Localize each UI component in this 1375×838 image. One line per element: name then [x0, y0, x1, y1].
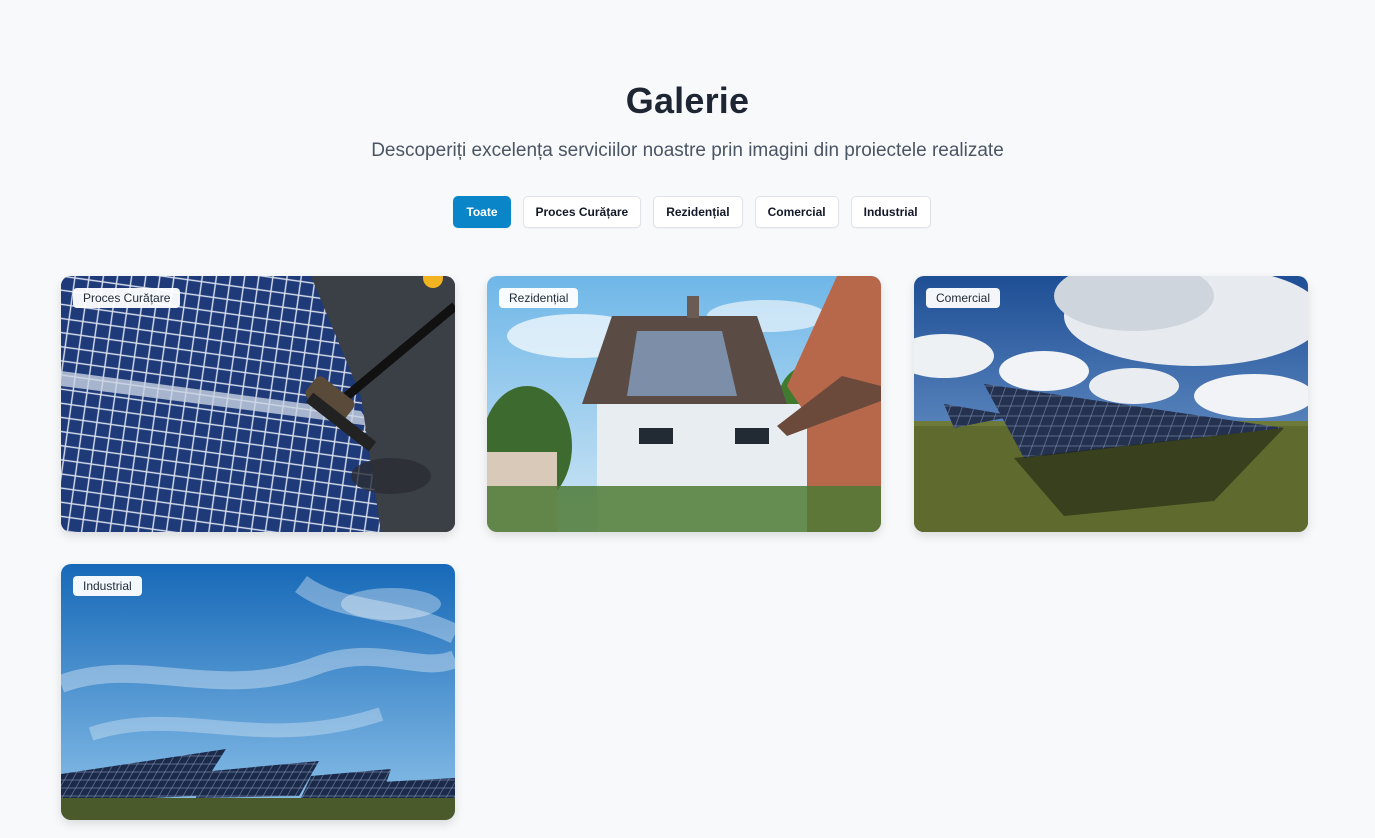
filter-industrial-button[interactable]: Industrial — [850, 196, 931, 228]
filter-commercial-button[interactable]: Comercial — [754, 196, 839, 228]
gallery-item-residential[interactable]: Rezidențial — [487, 276, 881, 532]
category-badge: Rezidențial — [499, 288, 579, 308]
house-rooftop-solar-photo — [487, 276, 881, 532]
gallery-item-commercial[interactable]: Comercial — [914, 276, 1308, 532]
filter-bar: Toate Proces Curățare Rezidențial Comerc… — [0, 196, 1375, 228]
gallery-item-cleaning[interactable]: Proces Curățare — [61, 276, 455, 532]
solar-panel-cleaning-photo — [61, 276, 455, 532]
page-title: Galerie — [625, 80, 750, 121]
filter-residential-button[interactable]: Rezidențial — [653, 196, 743, 228]
solar-farm-blue-sky-photo — [61, 564, 455, 820]
category-badge: Comercial — [926, 288, 1001, 308]
category-badge: Industrial — [73, 576, 142, 596]
category-badge: Proces Curățare — [73, 288, 181, 308]
gallery-item-industrial[interactable]: Industrial — [61, 564, 455, 820]
filter-all-button[interactable]: Toate — [453, 196, 511, 228]
solar-farm-cloudy-sky-photo — [914, 276, 1308, 532]
filter-cleaning-button[interactable]: Proces Curățare — [522, 196, 642, 228]
page-subtitle: Descoperiți excelența serviciilor noastr… — [371, 140, 1004, 161]
gallery-page: Galerie Descoperiți excelența serviciilo… — [0, 0, 1375, 838]
